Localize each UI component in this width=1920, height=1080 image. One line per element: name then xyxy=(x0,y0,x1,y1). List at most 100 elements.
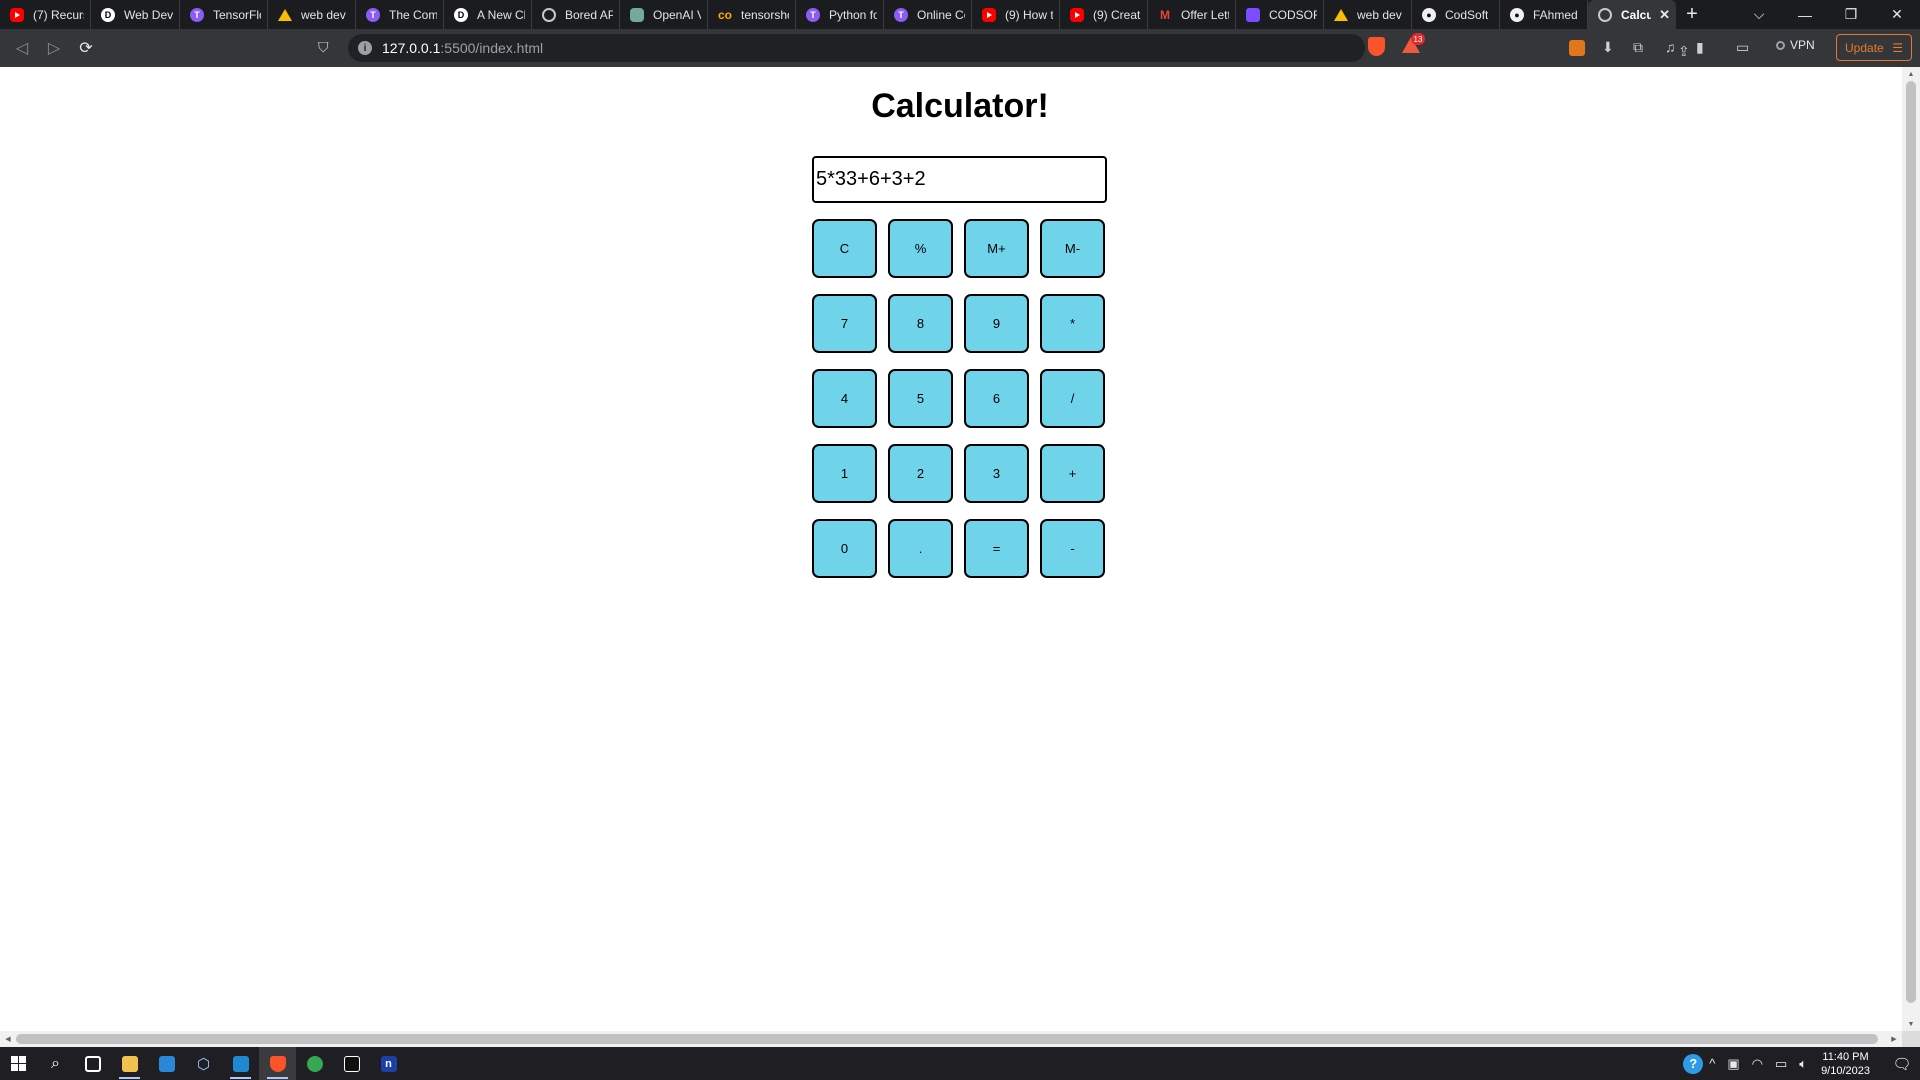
browser-tab[interactable]: OpenAI V xyxy=(620,0,708,29)
brave-rewards-icon[interactable]: 13 xyxy=(1402,33,1425,55)
show-hidden-icons-icon[interactable]: ^ xyxy=(1709,1056,1715,1071)
brave-browser-icon[interactable] xyxy=(259,1047,296,1080)
scroll-up-arrow-icon[interactable]: ▲ xyxy=(1902,67,1920,81)
calculator-key[interactable]: + xyxy=(1040,444,1105,503)
wallet-icon[interactable]: ▭ xyxy=(1736,39,1749,56)
tutorial-icon: T xyxy=(894,7,908,22)
file-explorer-icon[interactable] xyxy=(111,1047,148,1080)
browser-toolbar: ◁ ▷ ⟳ ⛉ i 127.0.0.1:5500/index.html ⇪ 13… xyxy=(0,29,1920,67)
calculator-key[interactable]: 8 xyxy=(888,294,953,353)
scroll-down-arrow-icon[interactable]: ▼ xyxy=(1902,1017,1920,1031)
brave-shields-icon[interactable] xyxy=(1368,37,1385,56)
volume-icon[interactable]: 🔈︎ xyxy=(1799,1056,1807,1072)
calculator-key[interactable]: 1 xyxy=(812,444,877,503)
site-info-icon[interactable]: i xyxy=(358,41,372,55)
browser-tab[interactable]: ● CodSoft xyxy=(1412,0,1500,29)
tab-title: web dev xyxy=(1357,7,1402,22)
calculator-key[interactable]: M+ xyxy=(964,219,1029,278)
calculator-key[interactable]: M- xyxy=(1040,219,1105,278)
browser-tab[interactable]: D Web Dev xyxy=(91,0,180,29)
download-extension-icon[interactable]: ⬇ xyxy=(1602,39,1614,56)
browser-tab[interactable]: (9) How t xyxy=(972,0,1060,29)
tab-list: (7) Recurs D Web Dev T TensorFlo web dev T The … xyxy=(0,0,1676,29)
browser-tab[interactable]: (9) Creati xyxy=(1060,0,1148,29)
tab-title: Calcu xyxy=(1621,7,1652,22)
calculator-key[interactable]: . xyxy=(888,519,953,578)
share-icon[interactable]: ⇪ xyxy=(1678,43,1690,60)
horizontal-scrollbar[interactable]: ◀ ▶ xyxy=(0,1031,1902,1047)
notion-icon[interactable]: n xyxy=(370,1047,407,1080)
mail-icon[interactable] xyxy=(148,1047,185,1080)
pycharm-icon[interactable] xyxy=(333,1047,370,1080)
calculator-key[interactable]: 5 xyxy=(888,369,953,428)
browser-tab[interactable]: web dev xyxy=(1324,0,1412,29)
start-button[interactable] xyxy=(0,1047,37,1080)
vertical-scroll-thumb[interactable] xyxy=(1906,81,1916,1003)
browser-tab[interactable]: Calcu ✕ xyxy=(1588,0,1676,29)
battery-icon[interactable]: ▭ xyxy=(1775,1056,1787,1072)
tutorial-icon: T xyxy=(806,7,820,22)
horizontal-scroll-thumb[interactable] xyxy=(16,1034,1878,1044)
chrome-icon[interactable] xyxy=(296,1047,333,1080)
calculator-display-input[interactable] xyxy=(812,156,1107,203)
tab-title: CODSOF xyxy=(1269,7,1317,22)
calculator-key[interactable]: 6 xyxy=(964,369,1029,428)
task-view-icon[interactable] xyxy=(74,1047,111,1080)
vertical-scrollbar[interactable]: ▲ ▼ xyxy=(1902,67,1920,1031)
tab-search-icon[interactable]: ⌵ xyxy=(1736,0,1782,29)
update-button[interactable]: Update ☰ xyxy=(1836,34,1912,61)
browser-tab[interactable]: CODSOF xyxy=(1236,0,1324,29)
browser-tab[interactable]: ● FAhmed xyxy=(1500,0,1588,29)
calculator-key[interactable]: * xyxy=(1040,294,1105,353)
calculator-key[interactable]: = xyxy=(964,519,1029,578)
forward-button[interactable]: ▷ xyxy=(38,32,70,64)
restore-button[interactable]: ❐ xyxy=(1828,0,1874,29)
search-icon[interactable]: ⌕ xyxy=(37,1047,74,1080)
media-music-icon[interactable]: ♫ xyxy=(1665,39,1676,55)
wifi-icon[interactable]: ◠ xyxy=(1752,1056,1763,1072)
vpn-button[interactable]: VPN xyxy=(1776,38,1815,52)
minimize-button[interactable]: — xyxy=(1782,0,1828,29)
tab-close-icon[interactable]: ✕ xyxy=(1659,7,1670,23)
browser-tab[interactable]: co tensorsho xyxy=(708,0,796,29)
browser-tab[interactable]: T Online Co xyxy=(884,0,972,29)
browser-tab[interactable]: T The Comp xyxy=(356,0,444,29)
device-icon[interactable]: ▣ xyxy=(1727,1056,1739,1072)
calculator-key[interactable]: % xyxy=(888,219,953,278)
calculator-key[interactable]: / xyxy=(1040,369,1105,428)
calculator-key[interactable]: 0 xyxy=(812,519,877,578)
calculator-key[interactable]: 7 xyxy=(812,294,877,353)
address-bar[interactable]: i 127.0.0.1:5500/index.html ⇪ xyxy=(348,34,1690,62)
browser-tab[interactable]: T TensorFlo xyxy=(180,0,268,29)
scroll-left-arrow-icon[interactable]: ◀ xyxy=(0,1031,16,1047)
back-button[interactable]: ◁ xyxy=(6,32,38,64)
browser-tab[interactable]: D A New Ch xyxy=(444,0,532,29)
browser-tab[interactable]: web dev xyxy=(268,0,356,29)
extensions-puzzle-icon[interactable]: ⧉ xyxy=(1633,39,1643,56)
browser-tab[interactable]: M Offer Lett xyxy=(1148,0,1236,29)
browser-tab[interactable]: T Python fo xyxy=(796,0,884,29)
calculator-key[interactable]: - xyxy=(1040,519,1105,578)
colab-icon: co xyxy=(718,7,733,22)
calculator-key[interactable]: 2 xyxy=(888,444,953,503)
taskbar-clock[interactable]: 11:40 PM 9/10/2023 xyxy=(1821,1050,1870,1078)
calculator-key[interactable]: 3 xyxy=(964,444,1029,503)
3d-viewer-icon[interactable]: ⬡ xyxy=(185,1047,222,1080)
sidebar-toggle-icon[interactable]: ▮ xyxy=(1696,39,1704,56)
calculator-key[interactable]: 9 xyxy=(964,294,1029,353)
reload-button[interactable]: ⟳ xyxy=(70,32,102,64)
help-icon[interactable]: ? xyxy=(1683,1053,1704,1074)
browser-tab[interactable]: (7) Recurs xyxy=(0,0,91,29)
metamask-extension-icon[interactable] xyxy=(1569,40,1585,56)
close-window-button[interactable]: ✕ xyxy=(1874,0,1920,29)
calculator-key[interactable]: C xyxy=(812,219,877,278)
browser-tab[interactable]: Bored AP xyxy=(532,0,620,29)
bookmark-icon[interactable]: ⛉ xyxy=(318,39,329,56)
browser-tab-strip: (7) Recurs D Web Dev T TensorFlo web dev T The … xyxy=(0,0,1920,29)
calculator-key[interactable]: 4 xyxy=(812,369,877,428)
scroll-right-arrow-icon[interactable]: ▶ xyxy=(1886,1031,1902,1047)
vscode-icon[interactable] xyxy=(222,1047,259,1080)
new-tab-button[interactable]: + xyxy=(1676,0,1708,29)
notification-center-icon[interactable]: 🗨︎ xyxy=(1884,1055,1920,1073)
tab-title: A New Ch xyxy=(477,7,525,22)
